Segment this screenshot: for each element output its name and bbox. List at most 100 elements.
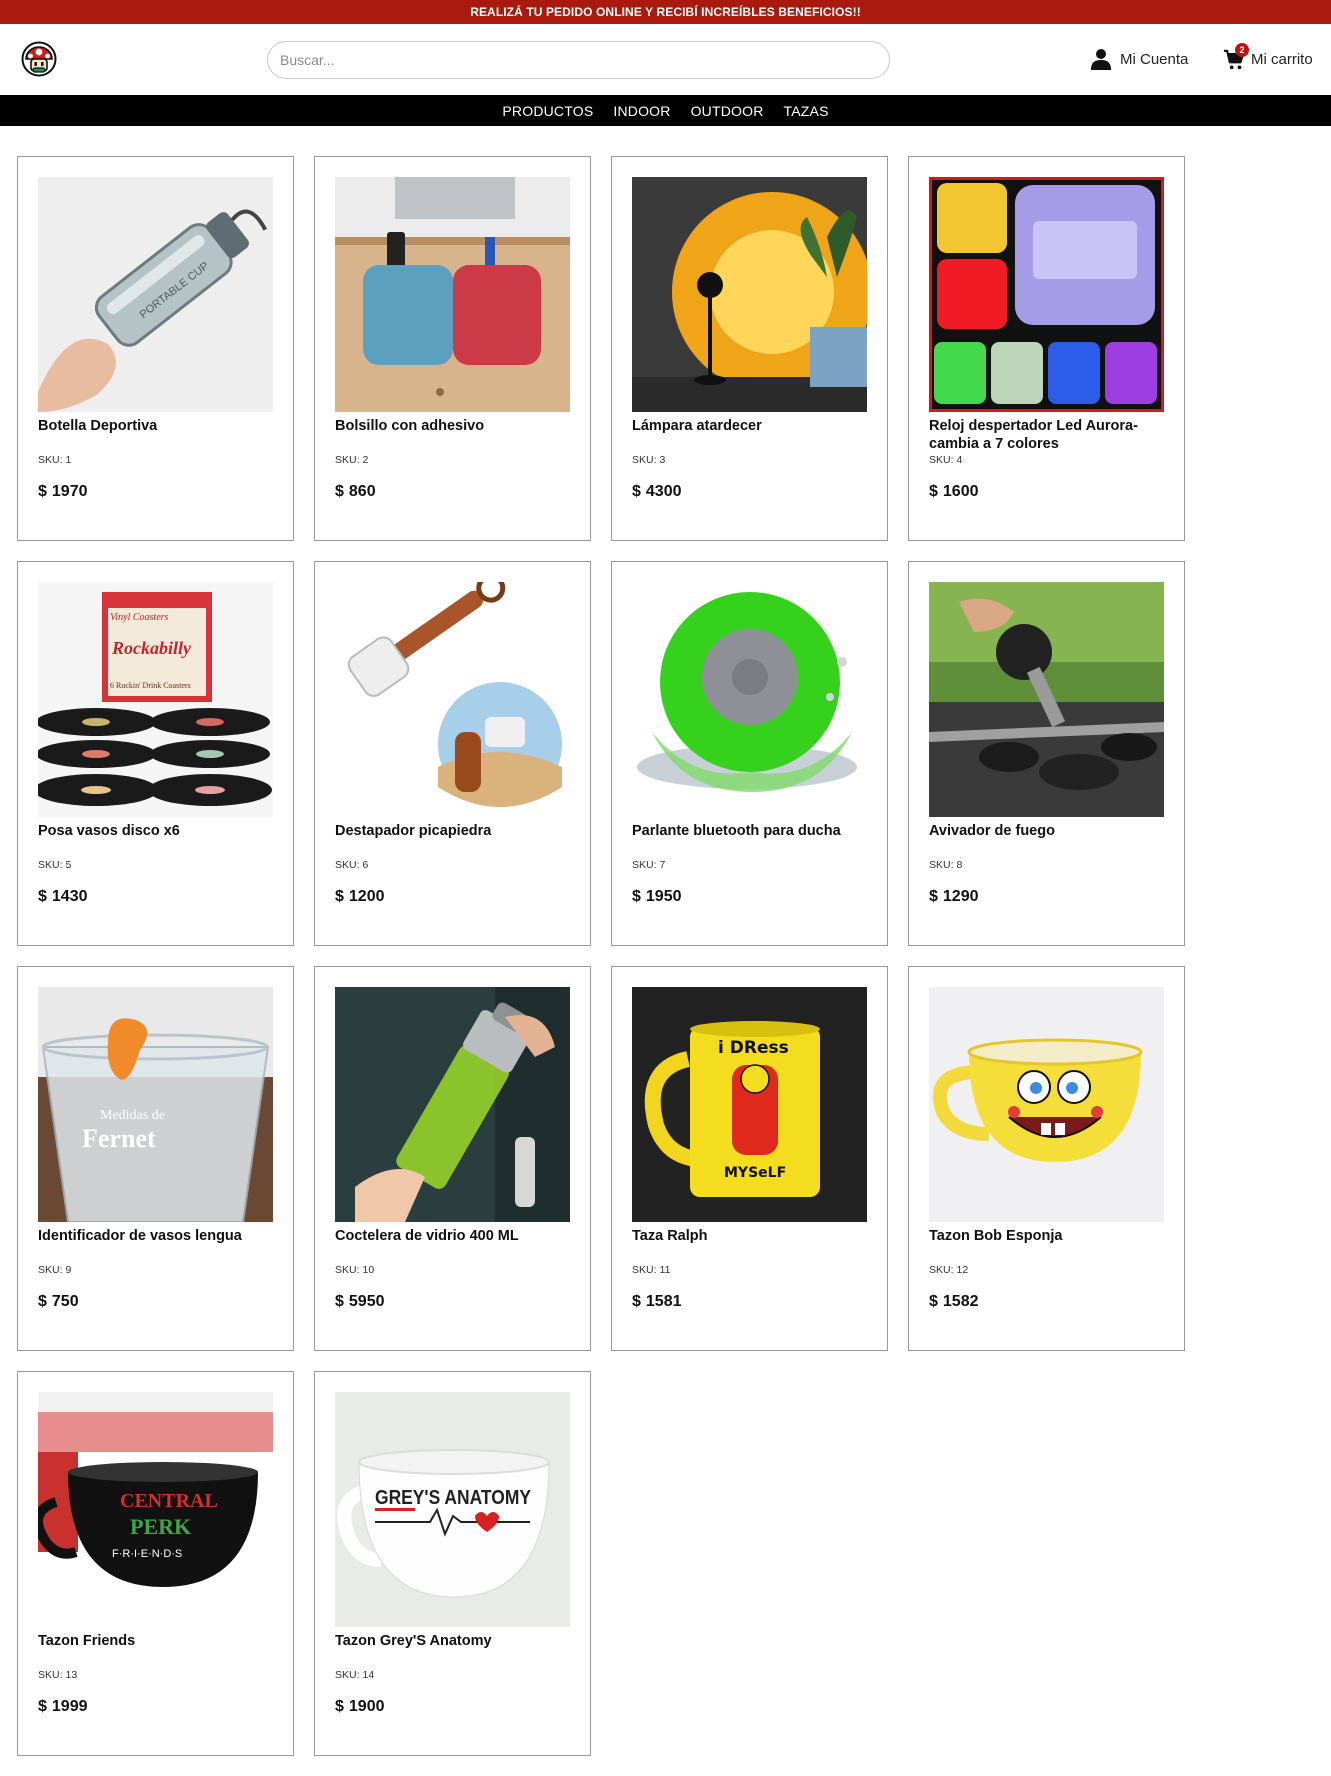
greys-text: GREY'S ANATOMY (375, 1487, 532, 1509)
product-price: $1900 (335, 1698, 385, 1715)
product-card[interactable]: Destapador picapiedra SKU: 6 $1200 (314, 561, 591, 946)
product-sku: SKU: 3 (632, 454, 666, 466)
friends-text-1: CENTRAL (120, 1490, 218, 1512)
product-card[interactable]: Bolsillo con adhesivo SKU: 2 $860 (314, 156, 591, 541)
product-card[interactable]: Avivador de fuego SKU: 8 $1290 (908, 561, 1185, 946)
product-name[interactable]: Tazon Friends (38, 1632, 273, 1668)
nav-item-outdoor[interactable]: OUTDOOR (691, 103, 764, 119)
cart-link[interactable]: 2 Mi carrito (1223, 43, 1313, 72)
search-input[interactable] (267, 41, 890, 79)
product-image[interactable]: i DRess MYSeLF (632, 987, 867, 1222)
product-image[interactable] (929, 177, 1164, 412)
nav-item-productos[interactable]: PRODUCTOS (502, 103, 593, 119)
product-image[interactable]: PORTABLE CUP (38, 177, 273, 412)
water-bottle-image: PORTABLE CUP (38, 177, 273, 412)
account-link[interactable]: Mi Cuenta (1091, 46, 1188, 72)
promo-text: REALIZÁ TU PEDIDO ONLINE Y RECIBÍ INCREÍ… (470, 5, 861, 19)
coasters-text-2: Rockabilly (111, 638, 192, 658)
product-image[interactable] (632, 582, 867, 817)
cart-label: Mi carrito (1251, 50, 1313, 68)
product-sku: SKU: 12 (929, 1264, 969, 1276)
product-price: $1950 (632, 888, 682, 905)
account-label: Mi Cuenta (1120, 50, 1189, 68)
bottle-opener-image (335, 582, 570, 817)
product-sku: SKU: 4 (929, 454, 963, 466)
product-image[interactable] (632, 177, 867, 412)
product-card[interactable]: GREY'S ANATOMY Tazon Grey'S Anatomy SKU:… (314, 1371, 591, 1756)
product-name[interactable]: Tazon Grey'S Anatomy (335, 1632, 570, 1668)
product-price: $1600 (929, 483, 979, 500)
adhesive-pocket-image (335, 177, 570, 412)
product-price: $860 (335, 483, 376, 500)
product-image[interactable]: CENTRAL PERK F·R·I·E·N·D·S (38, 1392, 273, 1627)
product-card[interactable]: Medidas de Fernet Identificador de vasos… (17, 966, 294, 1351)
product-name[interactable]: Botella Deportiva (38, 417, 273, 453)
product-image[interactable] (335, 177, 570, 412)
product-card[interactable]: Lámpara atardecer SKU: 3 $4300 (611, 156, 888, 541)
product-image[interactable] (335, 582, 570, 817)
product-name[interactable]: Parlante bluetooth para ducha (632, 822, 867, 858)
product-sku: SKU: 8 (929, 859, 963, 871)
product-sku: SKU: 14 (335, 1669, 375, 1681)
product-name[interactable]: Bolsillo con adhesivo (335, 417, 570, 453)
friends-text-3: F·R·I·E·N·D·S (112, 1548, 182, 1560)
product-sku: SKU: 7 (632, 859, 666, 871)
product-card[interactable]: Tazon Bob Esponja SKU: 12 $1582 (908, 966, 1185, 1351)
product-price: $1200 (335, 888, 385, 905)
product-sku: SKU: 1 (38, 454, 72, 466)
nav-item-tazas[interactable]: TAZAS (784, 103, 829, 119)
mushroom-logo-icon (21, 41, 57, 77)
led-clock-image (929, 177, 1164, 412)
product-image[interactable] (929, 987, 1164, 1222)
product-card[interactable]: CENTRAL PERK F·R·I·E·N·D·S Tazon Friends… (17, 1371, 294, 1756)
tongue-glass-image: Medidas de Fernet (38, 987, 273, 1222)
product-name[interactable]: Taza Ralph (632, 1227, 867, 1263)
product-card[interactable]: Coctelera de vidrio 400 ML SKU: 10 $5950 (314, 966, 591, 1351)
product-name[interactable]: Posa vasos disco x6 (38, 822, 273, 858)
product-card[interactable]: Vinyl Coasters Rockabilly 6 Rockin' Drin… (17, 561, 294, 946)
product-sku: SKU: 5 (38, 859, 72, 871)
product-card[interactable]: Reloj despertador Led Aurora- cambia a 7… (908, 156, 1185, 541)
product-name[interactable]: Destapador picapiedra (335, 822, 570, 858)
product-sku: SKU: 9 (38, 1264, 72, 1276)
ralph-text-1: i DRess (718, 1038, 789, 1058)
coasters-text-1: Vinyl Coasters (110, 612, 169, 623)
sunset-lamp-image (632, 177, 867, 412)
product-card[interactable]: PORTABLE CUP Botella Deportiva SKU: 1 $19… (17, 156, 294, 541)
product-price: $1290 (929, 888, 979, 905)
product-card[interactable]: Parlante bluetooth para ducha SKU: 7 $195… (611, 561, 888, 946)
category-nav: PRODUCTOS INDOOR OUTDOOR TAZAS (0, 95, 1331, 126)
ralph-mug-image: i DRess MYSeLF (632, 987, 867, 1222)
product-image[interactable]: Medidas de Fernet (38, 987, 273, 1222)
friends-mug-image: CENTRAL PERK F·R·I·E·N·D·S (38, 1392, 273, 1627)
product-price: $4300 (632, 483, 682, 500)
product-image[interactable] (929, 582, 1164, 817)
site-header: Mi Cuenta 2 Mi carrito (0, 24, 1331, 95)
product-image[interactable]: Vinyl Coasters Rockabilly 6 Rockin' Drin… (38, 582, 273, 817)
product-name[interactable]: Identificador de vasos lengua (38, 1227, 273, 1263)
product-name[interactable]: Coctelera de vidrio 400 ML (335, 1227, 570, 1263)
product-card[interactable]: i DRess MYSeLF Taza Ralph SKU: 11 $1581 (611, 966, 888, 1351)
product-name[interactable]: Tazon Bob Esponja (929, 1227, 1164, 1263)
cart-icon-wrap: 2 (1223, 43, 1251, 72)
product-price: $1581 (632, 1293, 682, 1310)
product-sku: SKU: 10 (335, 1264, 375, 1276)
product-sku: SKU: 13 (38, 1669, 78, 1681)
product-name[interactable]: Avivador de fuego (929, 822, 1164, 858)
product-name[interactable]: Lámpara atardecer (632, 417, 867, 453)
fire-blower-image (929, 582, 1164, 817)
product-image[interactable]: GREY'S ANATOMY (335, 1392, 570, 1627)
promo-banner: REALIZÁ TU PEDIDO ONLINE Y RECIBÍ INCREÍ… (0, 0, 1331, 24)
shower-speaker-image (632, 582, 867, 817)
nav-item-indoor[interactable]: INDOOR (613, 103, 670, 119)
fernet-text-2: Fernet (82, 1124, 156, 1153)
product-image[interactable] (335, 987, 570, 1222)
cocktail-shaker-image (335, 987, 570, 1222)
store-logo[interactable] (21, 41, 57, 77)
product-name[interactable]: Reloj despertador Led Aurora- cambia a 7… (929, 417, 1164, 453)
product-price: $750 (38, 1293, 79, 1310)
product-price: $1999 (38, 1698, 88, 1715)
product-sku: SKU: 11 (632, 1264, 671, 1276)
coasters-text-3: 6 Rockin' Drink Coasters (110, 681, 191, 690)
product-sku: SKU: 2 (335, 454, 369, 466)
